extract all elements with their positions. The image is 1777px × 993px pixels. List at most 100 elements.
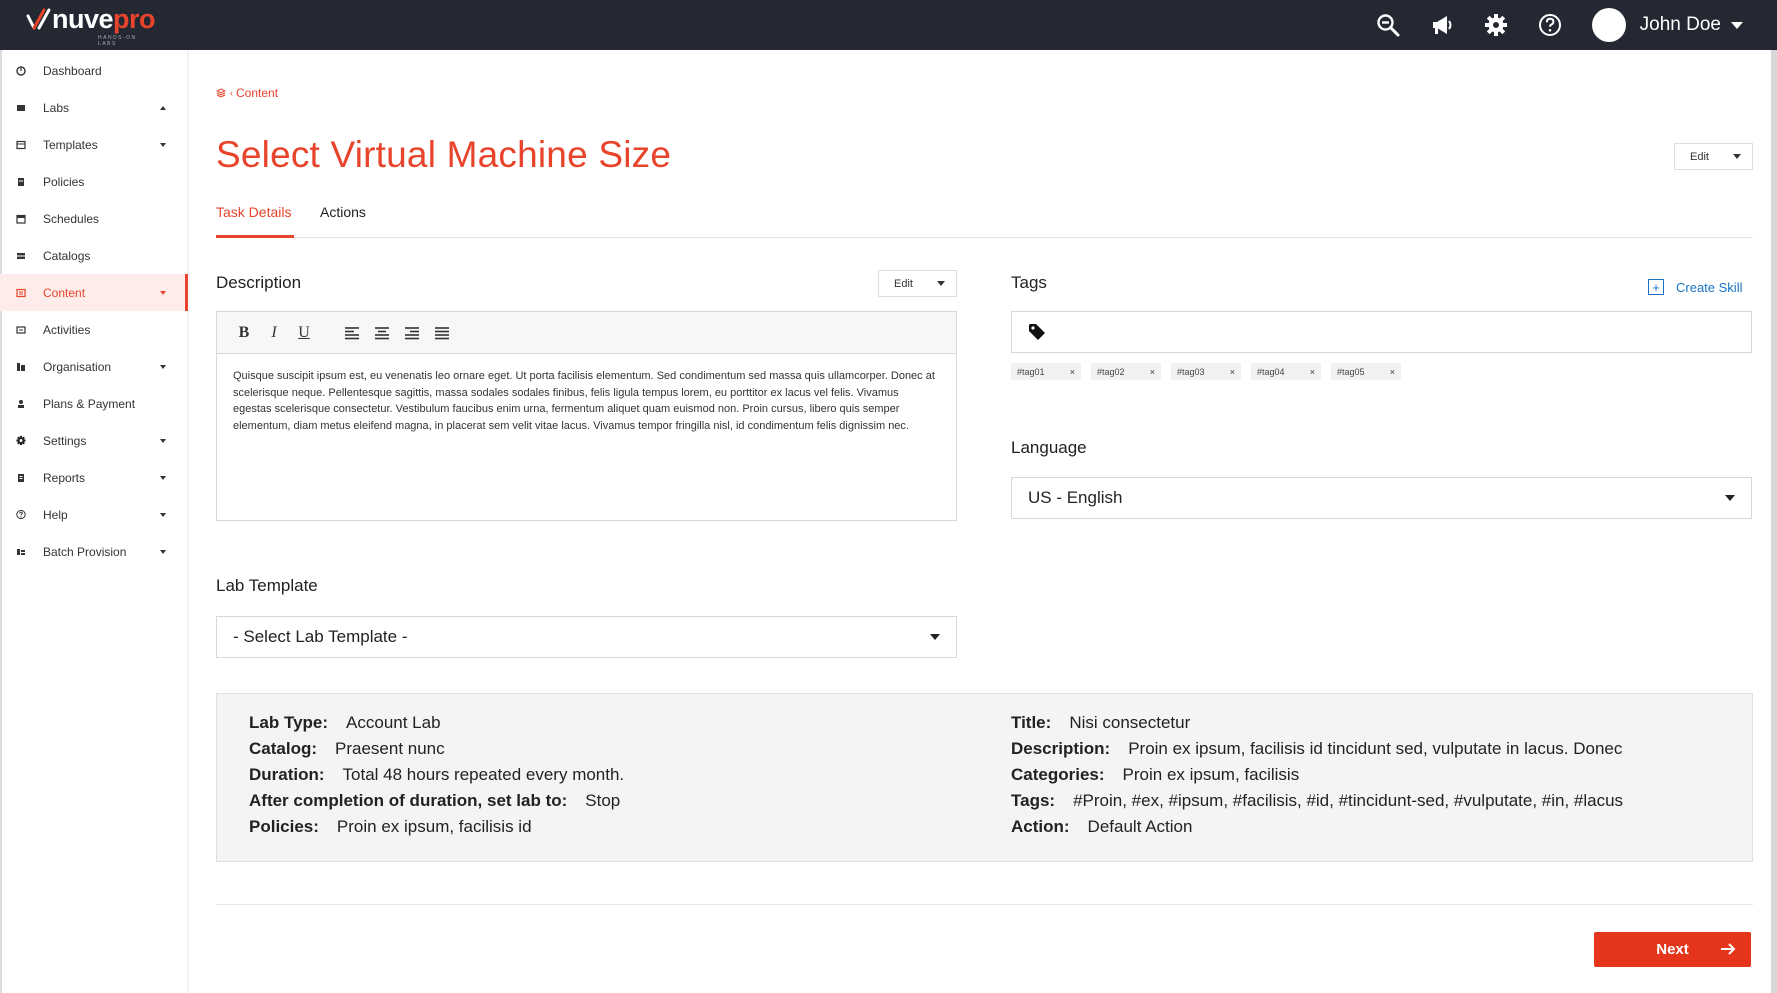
sidebar-item-label: Organisation — [43, 359, 112, 374]
tab-actions[interactable]: Actions — [320, 202, 366, 238]
tag-chip-list: #tag01 × #tag02 × #tag03 × #tag04 × #tag05 × — [1011, 363, 1411, 380]
sidebar-item-label: Templates — [43, 137, 98, 152]
detail-row: Duration: Total 48 hours repeated every m… — [249, 765, 625, 784]
avatar[interactable] — [1591, 8, 1626, 42]
detail-row: Lab Type: Account Lab — [249, 713, 441, 732]
user-name[interactable]: John Doe — [1640, 14, 1721, 36]
reports-icon — [16, 473, 26, 483]
chevron-down-icon — [1725, 495, 1735, 501]
sidebar-item-schedules[interactable]: Schedules — [0, 200, 188, 237]
tag-chip[interactable]: #tag03 × — [1171, 363, 1241, 380]
zoom-out-icon[interactable] — [1376, 13, 1400, 37]
detail-row: Tags: #Proin, #ex, #ipsum, #facilisis, #i… — [1011, 791, 1624, 810]
language-label: Language — [1011, 438, 1087, 457]
sidebar-item-help[interactable]: Help — [0, 496, 188, 533]
sidebar-item-label: Dashboard — [43, 63, 102, 78]
sidebar-item-label: Labs — [43, 100, 70, 115]
edit-label: Edit — [894, 277, 913, 290]
sidebar-item-dashboard[interactable]: Dashboard — [0, 52, 188, 89]
detail-row: Policies: Proin ex ipsum, facilisis id — [249, 817, 532, 836]
chevron-down-icon — [1733, 154, 1741, 159]
close-icon[interactable]: × — [1310, 367, 1315, 377]
close-icon[interactable]: × — [1150, 367, 1155, 377]
sidebar-item-label: Content — [43, 285, 86, 300]
bold-button[interactable]: B — [235, 324, 253, 342]
detail-row: Description: Proin ex ipsum, facilisis id… — [1011, 739, 1623, 758]
tab-task-details[interactable]: Task Details — [216, 202, 294, 238]
tag-icon — [1029, 324, 1045, 340]
align-right-icon[interactable] — [403, 324, 421, 342]
labs-icon — [16, 103, 26, 113]
close-icon[interactable]: × — [1390, 367, 1395, 377]
sidebar-item-plans-payment[interactable]: Plans & Payment — [0, 385, 188, 422]
details-right-column: Title: Nisi consectetur Description: Proin… — [1011, 710, 1623, 840]
plans-icon — [16, 399, 26, 409]
create-skill-button[interactable]: + Create Skill — [1648, 279, 1742, 295]
tags-input[interactable] — [1011, 311, 1752, 353]
schedules-icon — [16, 214, 26, 224]
megaphone-icon[interactable] — [1430, 13, 1454, 37]
page-edit-dropdown[interactable]: Edit — [1674, 143, 1753, 170]
help-icon — [16, 509, 26, 520]
content-icon — [16, 288, 26, 298]
editor-toolbar: B I U — [217, 312, 956, 354]
sidebar-item-templates[interactable]: Templates — [0, 126, 188, 163]
close-icon[interactable]: × — [1070, 367, 1075, 377]
create-skill-label: Create Skill — [1676, 279, 1743, 295]
arrow-right-icon — [1721, 943, 1736, 955]
description-text[interactable]: Quisque suscipit ipsum est, eu venenatis… — [217, 354, 956, 434]
sidebar-item-settings[interactable]: Settings — [0, 422, 188, 459]
align-left-icon[interactable] — [343, 324, 361, 342]
gear-icon[interactable] — [1484, 13, 1508, 37]
templates-icon — [16, 140, 26, 150]
organisation-icon — [16, 362, 26, 372]
sidebar-item-organisation[interactable]: Organisation — [0, 348, 188, 385]
description-label: Description — [216, 273, 302, 292]
tag-chip[interactable]: #tag04 × — [1251, 363, 1321, 380]
align-justify-icon[interactable] — [433, 324, 451, 342]
rich-text-editor[interactable]: B I U Quisque suscipit ipsum est, eu ven… — [216, 311, 957, 521]
nuvepro-logo[interactable]: nuvepro HANDS-ON LABS — [26, 6, 156, 47]
user-menu-chevron-down-icon[interactable] — [1731, 21, 1743, 29]
sidebar-item-catalogs[interactable]: Catalogs — [0, 237, 188, 274]
tag-chip[interactable]: #tag01 × — [1011, 363, 1081, 380]
edit-label: Edit — [1690, 150, 1709, 163]
sidebar-item-labs[interactable]: Labs — [0, 89, 188, 126]
chevron-down-icon — [160, 512, 166, 517]
sidebar-item-label: Policies — [43, 174, 85, 189]
tags-label: Tags — [1011, 273, 1047, 292]
description-edit-dropdown[interactable]: Edit — [878, 270, 957, 297]
logo-mark-icon — [26, 8, 51, 30]
sidebar-item-content[interactable]: Content — [0, 274, 188, 311]
tab-bar: Task Details Actions — [216, 202, 1753, 238]
chevron-down-icon — [160, 549, 166, 554]
lab-template-select[interactable]: - Select Lab Template - — [216, 616, 957, 658]
scrollbar[interactable] — [1771, 50, 1777, 993]
top-bar: nuvepro HANDS-ON LABS John Doe — [0, 0, 1777, 50]
next-label: Next — [1656, 941, 1689, 958]
sidebar-item-activities[interactable]: Activities — [0, 311, 188, 348]
tag-chip[interactable]: #tag02 × — [1091, 363, 1161, 380]
chevron-up-icon — [160, 105, 166, 110]
settings-icon — [16, 435, 26, 446]
close-icon[interactable]: × — [1230, 367, 1235, 377]
tag-chip[interactable]: #tag05 × — [1331, 363, 1401, 380]
sidebar-item-label: Activities — [43, 322, 91, 337]
next-button[interactable]: Next — [1594, 932, 1751, 967]
sidebar-item-batch-provision[interactable]: Batch Provision — [0, 533, 188, 570]
plus-icon: + — [1648, 279, 1664, 295]
help-icon[interactable] — [1538, 13, 1562, 37]
breadcrumb[interactable]: ‹ Content — [216, 86, 278, 100]
detail-row: Action: Default Action — [1011, 817, 1193, 836]
catalogs-icon — [16, 251, 26, 261]
sidebar-item-reports[interactable]: Reports — [0, 459, 188, 496]
divider — [216, 904, 1753, 905]
sidebar-item-policies[interactable]: Policies — [0, 163, 188, 200]
underline-button[interactable]: U — [295, 324, 313, 342]
breadcrumb-link[interactable]: Content — [236, 86, 278, 100]
lab-template-label: Lab Template — [216, 576, 318, 595]
chevron-down-icon — [160, 290, 166, 295]
language-select[interactable]: US - English — [1011, 477, 1752, 519]
italic-button[interactable]: I — [265, 324, 283, 342]
align-center-icon[interactable] — [373, 324, 391, 342]
